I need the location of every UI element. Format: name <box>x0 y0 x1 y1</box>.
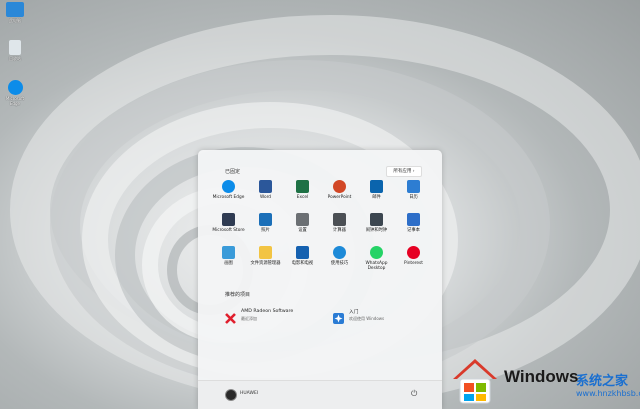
recommended-title: 推荐的项目 <box>225 292 251 298</box>
mail-icon <box>370 180 383 193</box>
pinned-app-label: Microsoft Edge <box>212 195 245 200</box>
edge-icon <box>7 80 23 95</box>
pinned-app[interactable]: 设置 <box>284 213 321 233</box>
pinned-app-label: 使用技巧 <box>330 261 349 266</box>
pinned-app[interactable]: 邮件 <box>358 180 395 200</box>
pinned-app[interactable]: Pinterest <box>395 246 432 266</box>
pinned-app-label: 计算器 <box>333 228 346 233</box>
edge-icon <box>222 180 235 193</box>
pinned-app[interactable]: 闹钟和时钟 <box>358 213 395 233</box>
start-menu: 已固定 所有应用 › Microsoft Edge Word Excel PowerP… <box>198 150 442 409</box>
watermark-url: www.hnzkhbsb.com <box>576 389 640 398</box>
pinned-app-label: 日历 <box>409 195 418 200</box>
recycle-bin-icon <box>9 40 21 55</box>
pinned-app-label: 闹钟和时钟 <box>365 228 388 233</box>
pinned-app-label: 记事本 <box>407 228 420 233</box>
pinned-app[interactable]: Excel <box>284 180 321 200</box>
desktop-icon-recycle-bin[interactable]: 回收站 <box>2 40 28 61</box>
store-icon <box>222 213 235 226</box>
settings-gear-icon <box>296 213 309 226</box>
pinned-app-label: 电影和电视 <box>291 261 314 266</box>
recommended-item-get-started[interactable]: 入门 欢迎使用 Windows <box>333 308 433 330</box>
user-name[interactable]: HUAWEI <box>240 391 258 396</box>
pinned-app[interactable]: 电影和电视 <box>284 246 321 266</box>
recommended-item-amd[interactable]: AMD Radeon Software 最近添加 <box>225 308 325 330</box>
pinned-app-label: Excel <box>296 195 309 200</box>
windows-house-logo-icon <box>453 359 497 404</box>
whatsapp-icon <box>370 246 383 259</box>
avatar[interactable] <box>225 389 237 401</box>
pinned-app[interactable]: 文件资源管理器 <box>247 246 284 266</box>
computer-icon <box>6 2 24 17</box>
amd-radeon-icon <box>225 309 236 324</box>
notepad-icon <box>407 213 420 226</box>
pinned-app[interactable]: Microsoft Edge <box>210 180 247 200</box>
pinned-app[interactable]: PowerPoint <box>321 180 358 200</box>
get-started-icon <box>333 309 344 324</box>
pinned-app-label: 文件资源管理器 <box>250 261 281 266</box>
power-icon[interactable]: ⏻ <box>411 389 417 399</box>
pinned-app[interactable]: Microsoft Store <box>210 213 247 233</box>
pinned-app-label: Word <box>259 195 272 200</box>
watermark: Windows 系统之家 www.hnzkhbsb.com <box>448 353 640 409</box>
pinned-app-label: 照片 <box>261 228 270 233</box>
pinned-app[interactable]: 记事本 <box>395 213 432 233</box>
all-apps-button[interactable]: 所有应用 › <box>386 166 422 177</box>
calendar-icon <box>407 180 420 193</box>
paint-icon <box>222 246 235 259</box>
pinned-app-label: 画图 <box>224 261 233 266</box>
pinned-title: 已固定 <box>225 169 241 175</box>
tips-icon <box>333 246 346 259</box>
movies-icon <box>296 246 309 259</box>
pinned-app-label: Microsoft Store <box>212 228 245 233</box>
clock-icon <box>370 213 383 226</box>
pinterest-icon <box>407 246 420 259</box>
watermark-brand: Windows <box>504 367 579 386</box>
folder-icon <box>259 246 272 259</box>
photos-icon <box>259 213 272 226</box>
pinned-app-label: Pinterest <box>404 261 423 266</box>
pinned-app-label: 设置 <box>298 228 307 233</box>
pinned-app[interactable]: 计算器 <box>321 213 358 233</box>
pinned-app-label: WhatsApp Desktop <box>365 261 388 271</box>
pinned-app-label: PowerPoint <box>327 195 352 200</box>
start-menu-footer: HUAWEI ⏻ <box>198 380 442 409</box>
word-icon <box>259 180 272 193</box>
calculator-icon <box>333 213 346 226</box>
pinned-app-label: 邮件 <box>372 195 381 200</box>
watermark-site-name: 系统之家 <box>576 374 629 389</box>
pinned-app[interactable]: 照片 <box>247 213 284 233</box>
desktop-icon-this-pc[interactable]: 此电脑 <box>2 2 28 23</box>
pinned-app[interactable]: Word <box>247 180 284 200</box>
powerpoint-icon <box>333 180 346 193</box>
pinned-app[interactable]: 日历 <box>395 180 432 200</box>
excel-icon <box>296 180 309 193</box>
pinned-app[interactable]: 画图 <box>210 246 247 266</box>
pinned-app[interactable]: 使用技巧 <box>321 246 358 266</box>
desktop-icon-edge[interactable]: Microsoft Edge <box>2 80 28 106</box>
pinned-app[interactable]: WhatsApp Desktop <box>358 246 395 271</box>
